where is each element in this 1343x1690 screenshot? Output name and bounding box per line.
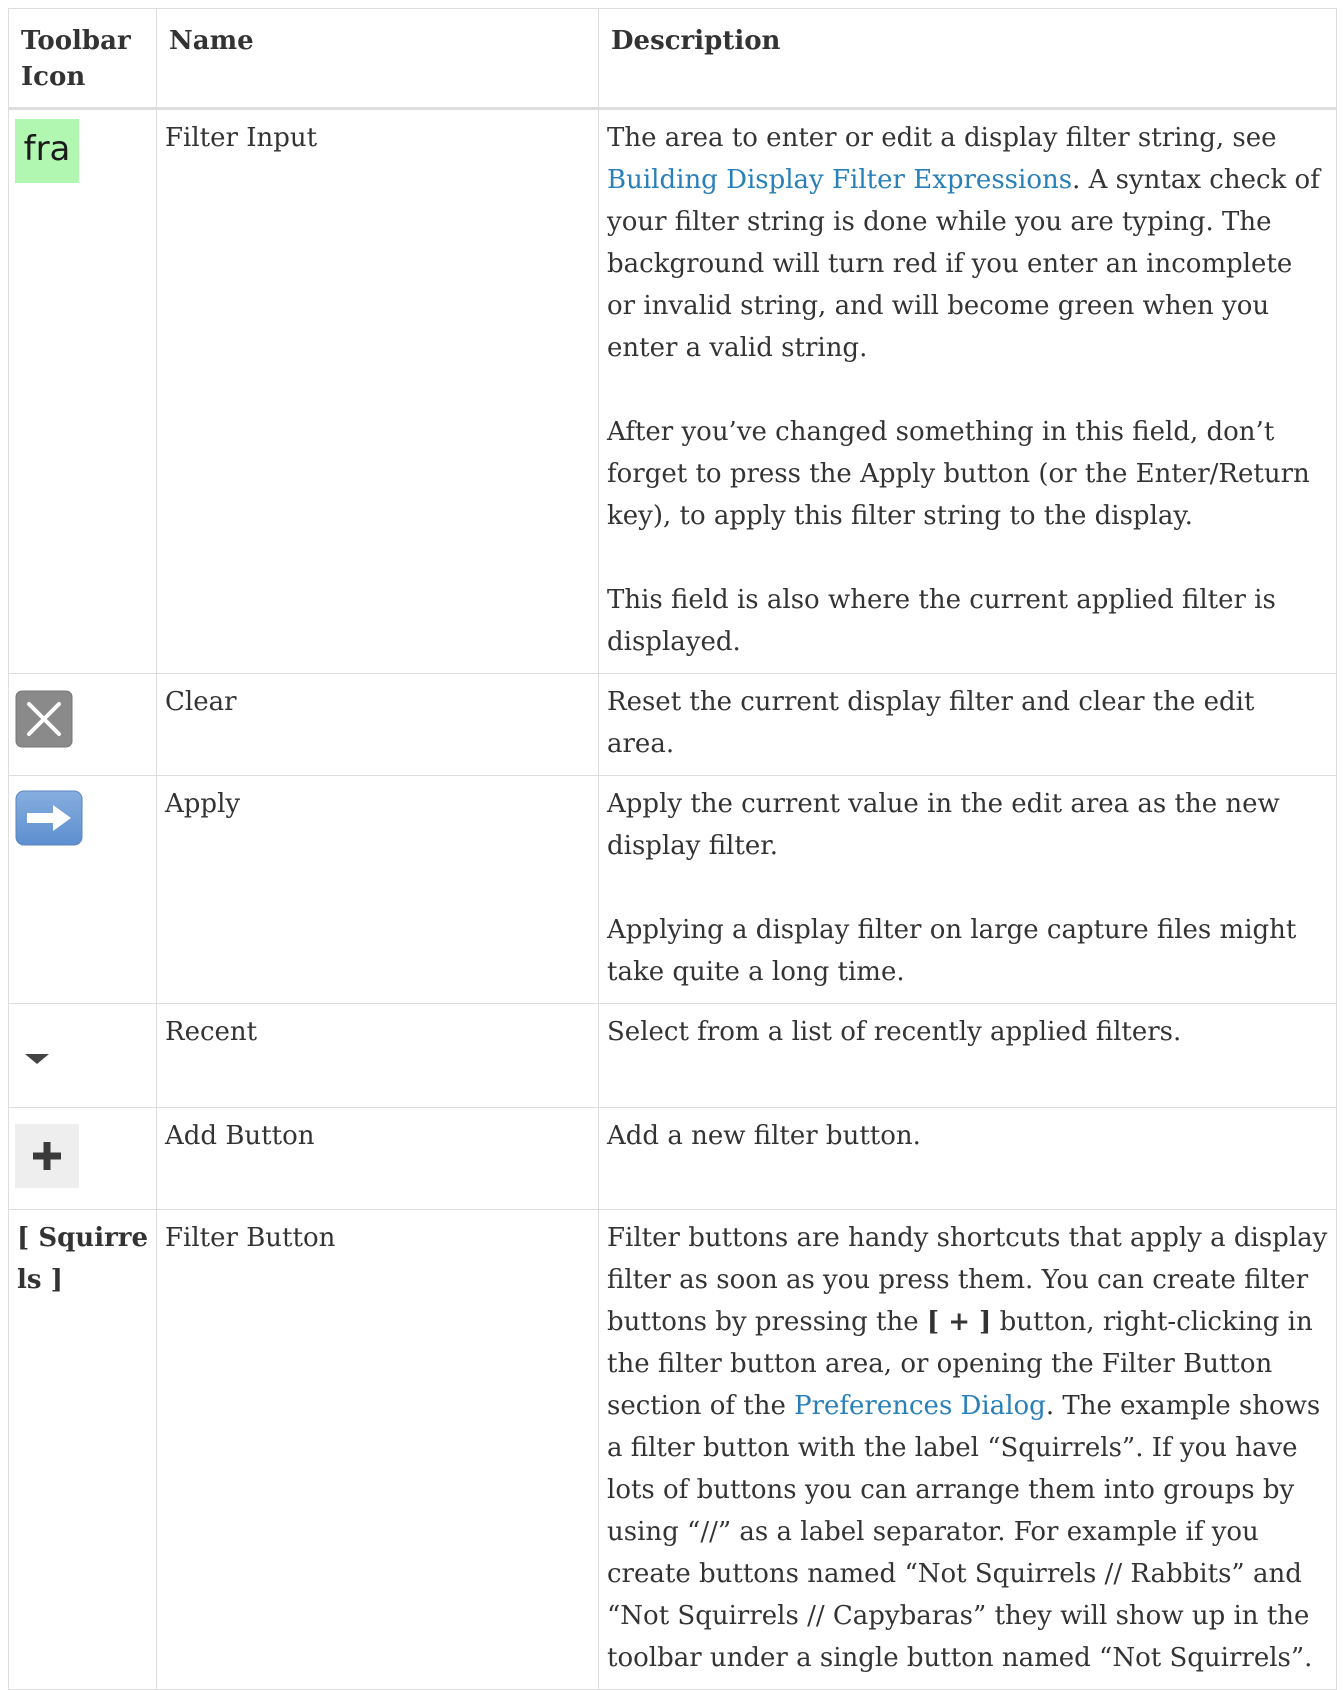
filter-input-icon: fra <box>15 119 79 183</box>
apply-arrow-icon <box>15 790 83 859</box>
table-row: [ Squirrels ] Filter Button Filter butto… <box>8 1209 1337 1690</box>
table-row: Clear Reset the current display filter a… <box>8 673 1337 776</box>
description-paragraph: After you’ve changed something in this f… <box>607 417 1310 531</box>
add-plus-icon <box>15 1124 79 1201</box>
table-row: Add Button Add a new filter button. <box>8 1107 1337 1210</box>
icon-cell <box>8 673 157 776</box>
building-display-filter-expressions-link[interactable]: Building Display Filter Expressions <box>607 165 1072 195</box>
plus-button-reference: [ + ] <box>926 1307 992 1337</box>
description-paragraph: Select from a list of recently applied f… <box>607 1017 1182 1047</box>
preferences-dialog-link[interactable]: Preferences Dialog <box>794 1391 1046 1421</box>
name-cell: Filter Input <box>156 108 599 674</box>
toolbar-table: Toolbar Icon Name Description fra Filter… <box>8 8 1337 1690</box>
clear-icon <box>15 690 73 761</box>
icon-cell <box>8 1107 157 1210</box>
description-cell: Select from a list of recently applied f… <box>598 1003 1337 1108</box>
description-paragraph: Applying a display filter on large captu… <box>607 915 1297 987</box>
name-cell: Recent <box>156 1003 599 1108</box>
description-paragraph: This field is also where the current app… <box>607 585 1276 657</box>
description-cell: Reset the current display filter and cle… <box>598 673 1337 776</box>
name-cell: Clear <box>156 673 599 776</box>
table-row: Recent Select from a list of recently ap… <box>8 1003 1337 1108</box>
description-paragraph: The area to enter or edit a display filt… <box>607 123 1320 363</box>
description-paragraph: Filter buttons are handy shortcuts that … <box>607 1223 1328 1673</box>
description-paragraph: Apply the current value in the edit area… <box>607 789 1280 861</box>
name-cell: Apply <box>156 775 599 1004</box>
name-cell: Filter Button <box>156 1209 599 1690</box>
description-paragraph: Reset the current display filter and cle… <box>607 687 1255 759</box>
name-cell: Add Button <box>156 1107 599 1210</box>
icon-cell: [ Squirrels ] <box>8 1209 157 1690</box>
description-cell: Apply the current value in the edit area… <box>598 775 1337 1004</box>
header-toolbar-icon: Toolbar Icon <box>8 8 157 110</box>
description-cell: Filter buttons are handy shortcuts that … <box>598 1209 1337 1690</box>
squirrels-filter-button-label: [ Squirrels ] <box>17 1223 149 1295</box>
table-header-row: Toolbar Icon Name Description <box>8 8 1337 110</box>
icon-cell: fra <box>8 108 157 674</box>
description-paragraph: Add a new filter button. <box>607 1121 921 1151</box>
table-row: Apply Apply the current value in the edi… <box>8 775 1337 1004</box>
recent-dropdown-icon <box>15 1026 59 1099</box>
header-name: Name <box>156 8 599 110</box>
description-cell: The area to enter or edit a display filt… <box>598 108 1337 674</box>
header-description: Description <box>598 8 1337 110</box>
icon-cell <box>8 1003 157 1108</box>
table-row: fra Filter Input The area to enter or ed… <box>8 108 1337 674</box>
description-cell: Add a new filter button. <box>598 1107 1337 1210</box>
icon-cell <box>8 775 157 1004</box>
